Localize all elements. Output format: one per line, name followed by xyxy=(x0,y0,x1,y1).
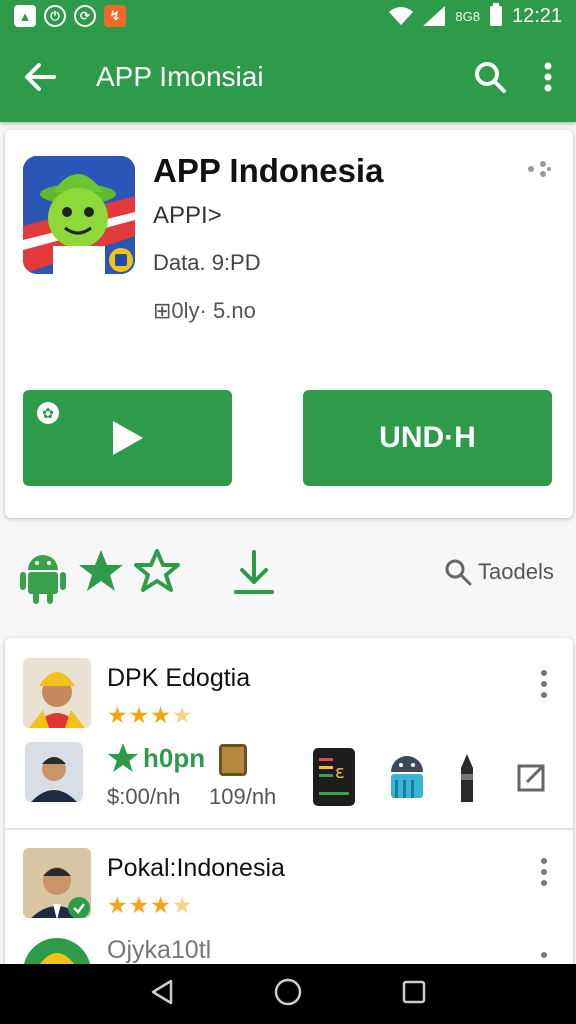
app-mascot-icon xyxy=(23,156,135,274)
star-filled-icon xyxy=(107,743,139,772)
list-item[interactable]: Pokal:Indonesia ★★★★ xyxy=(5,830,573,930)
list-item[interactable]: DPK Edogtia ★★★★ h0pn $:00/nh 109/nh ε xyxy=(5,638,573,828)
square-recents-icon xyxy=(402,980,426,1003)
app-toolbar: APP Imonsiai xyxy=(0,32,576,122)
nav-home-button[interactable] xyxy=(274,978,302,1011)
pen-icon[interactable] xyxy=(459,754,475,811)
signal-label: 8G8 xyxy=(455,8,480,24)
app-developer[interactable]: APPI> xyxy=(153,202,222,230)
item-sub-label: h0pn xyxy=(143,742,206,773)
search-icon xyxy=(475,62,506,93)
terminal-icon[interactable]: ε xyxy=(313,748,355,811)
app-list-card: DPK Edogtia ★★★★ h0pn $:00/nh 109/nh ε P… xyxy=(5,638,573,968)
wifi-icon xyxy=(389,7,414,25)
app-detail-card: APP Indonesia APPI> Data. 9:PD ⊞0ly· 5.n… xyxy=(5,130,573,518)
list-item-title: Ojyka10tl xyxy=(107,936,212,964)
share-button[interactable] xyxy=(527,160,551,184)
list-item[interactable]: Ojyka10tl xyxy=(5,930,573,968)
star-filled-icon[interactable] xyxy=(78,548,124,599)
item-more-button[interactable] xyxy=(537,670,551,698)
details-label: Taodels xyxy=(478,559,554,584)
search-button[interactable] xyxy=(460,32,520,122)
list-item-title: DPK Edogtia xyxy=(107,664,251,692)
clock: 12:21 xyxy=(511,4,562,27)
triangle-back-icon xyxy=(151,979,173,1004)
price-label: 109/nh xyxy=(209,784,277,809)
back-button[interactable] xyxy=(0,32,80,122)
avatar xyxy=(23,658,91,728)
badge-icon: ✿ xyxy=(37,402,59,424)
install-button[interactable]: UND·H xyxy=(303,390,552,486)
app-size: ⊞0ly· 5.no xyxy=(153,298,256,323)
search-icon xyxy=(445,559,472,586)
android-icon[interactable] xyxy=(387,754,427,809)
signal-icon xyxy=(423,6,446,26)
app-date: Data. 9:PD xyxy=(153,250,261,275)
notification-icon: ↯ xyxy=(104,5,126,27)
price-label: $:00/nh xyxy=(107,784,181,809)
list-item-title: Pokal:Indonesia xyxy=(107,854,285,882)
star-rating: ★★★★ xyxy=(107,702,194,728)
download-icon[interactable] xyxy=(232,548,276,603)
play-icon xyxy=(112,421,143,455)
status-bar: ▲ ⏻ ⟳ ↯ 8G8 12:21 xyxy=(0,0,576,32)
avatar xyxy=(23,848,91,918)
nav-back-button[interactable] xyxy=(150,979,174,1010)
status-bar-notifications: ▲ ⏻ ⟳ ↯ xyxy=(14,5,126,27)
arrow-left-icon xyxy=(25,63,56,91)
system-nav-bar xyxy=(0,964,576,1024)
category-icon-row: Taodels xyxy=(0,540,576,616)
photo-icon: ▲ xyxy=(14,5,36,27)
more-vertical-icon xyxy=(544,62,552,92)
edit-icon xyxy=(517,764,545,792)
share-icon xyxy=(528,161,551,177)
play-button[interactable]: ✿ xyxy=(23,390,232,486)
avatar xyxy=(25,742,83,802)
item-badge-row: h0pn xyxy=(107,742,205,774)
details-link[interactable]: Taodels xyxy=(444,558,554,586)
star-rating: ★★★★ xyxy=(107,892,194,918)
circle-home-icon xyxy=(274,978,302,1005)
overflow-menu-button[interactable] xyxy=(520,32,576,122)
item-more-button[interactable] xyxy=(537,952,551,958)
sync-icon: ⟳ xyxy=(74,5,96,27)
star-outline-icon[interactable] xyxy=(134,548,180,599)
book-icon xyxy=(219,744,247,776)
toolbar-title: APP Imonsiai xyxy=(96,61,264,92)
battery-icon xyxy=(489,3,502,26)
edit-button[interactable] xyxy=(517,762,547,797)
app-title: APP Indonesia xyxy=(153,152,384,189)
nav-recents-button[interactable] xyxy=(402,980,426,1009)
android-icon[interactable] xyxy=(20,548,66,609)
power-icon: ⏻ xyxy=(44,5,66,27)
app-icon xyxy=(23,156,135,274)
item-more-button[interactable] xyxy=(537,858,551,886)
svg-text:ε: ε xyxy=(335,762,345,783)
